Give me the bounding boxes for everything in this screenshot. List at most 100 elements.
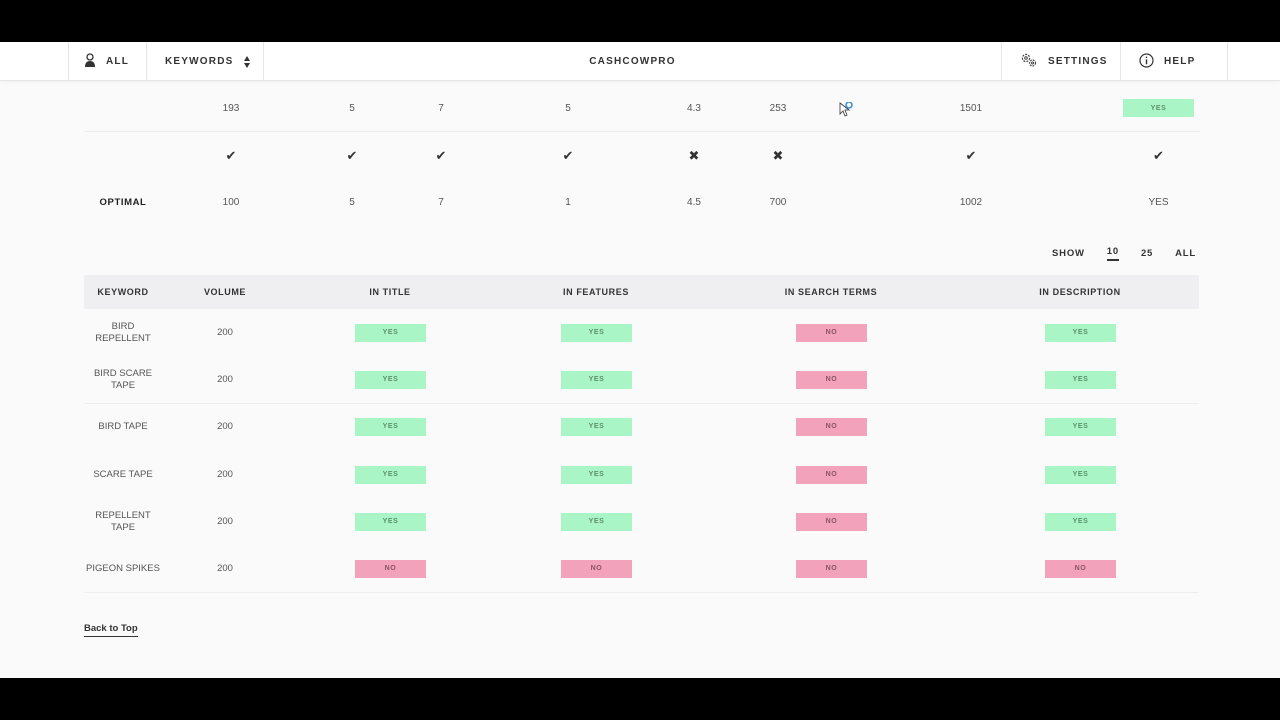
brand-label: CASHCOWPRO [589, 56, 676, 67]
summary-badge-cell: YES [1123, 85, 1194, 131]
table-header: KEYWORD VOLUME IN TITLE IN FEATURES IN S… [84, 275, 1199, 309]
in-title-cell: YES [355, 451, 426, 498]
gears-icon [1020, 52, 1038, 71]
in-description-cell: YES [1045, 404, 1116, 451]
summary-value: 5 [565, 102, 571, 114]
in-search-terms-cell: NO [796, 499, 867, 546]
keyword-cell: BIRD TAPE [98, 421, 148, 433]
show-label: SHOW [1052, 248, 1085, 259]
in-description-badge: YES [1045, 465, 1116, 484]
volume-cell: 200 [217, 326, 233, 338]
in-features-cell: YES [561, 404, 632, 451]
optimal-value: 1002 [959, 197, 983, 208]
in-title-cell: NO [355, 546, 426, 592]
summary-optimal-row: OPTIMAL 100 5 7 1 4.5 700 1002 YES [84, 179, 1200, 226]
header-in-title[interactable]: IN TITLE [340, 275, 440, 309]
in-search-terms-cell: NO [796, 404, 867, 451]
in-search-terms-badge: NO [796, 465, 867, 484]
in-description-badge: YES [1045, 418, 1116, 437]
optimal-value: 5 [349, 197, 355, 208]
in-search-terms-badge: NO [796, 323, 867, 342]
in-features-badge: YES [561, 513, 632, 532]
top-navbar: ALL KEYWORDS CASHCOWPRO SETTINGS HELP [0, 42, 1280, 81]
header-volume[interactable]: VOLUME [190, 275, 260, 309]
page-size-option-25[interactable]: 25 [1141, 248, 1153, 259]
header-in-search-terms[interactable]: IN SEARCH TERMS [766, 275, 896, 309]
cross-icon: ✖ [772, 147, 784, 163]
keyword-cell: REPELLENT TAPE [95, 510, 151, 534]
page-size-option-10[interactable]: 10 [1106, 246, 1119, 261]
in-description-badge: YES [1045, 323, 1116, 342]
in-title-badge: YES [355, 465, 426, 484]
keywords-table: KEYWORD VOLUME IN TITLE IN FEATURES IN S… [84, 275, 1199, 594]
in-title-badge: YES [355, 323, 426, 342]
optimal-value: 1 [565, 197, 571, 208]
back-to-top-link[interactable]: Back to Top [84, 623, 138, 637]
summary-value: 253 [769, 102, 787, 114]
summary-value: 5 [349, 102, 355, 114]
in-description-badge: YES [1045, 513, 1116, 532]
table-row: SCARE TAPE 200 YES YES NO YES [84, 451, 1199, 498]
in-search-terms-badge: NO [796, 418, 867, 437]
header-in-description[interactable]: IN DESCRIPTION [1015, 275, 1145, 309]
app-viewport: ALL KEYWORDS CASHCOWPRO SETTINGS HELP 19… [0, 42, 1280, 678]
summary-status-row: ✔ ✔ ✔ ✔ ✖ ✖ ✔ ✔ [84, 132, 1200, 179]
volume-cell: 200 [217, 373, 233, 385]
nav-settings-button[interactable]: SETTINGS [1001, 42, 1121, 81]
in-title-cell: YES [355, 404, 426, 451]
info-icon [1139, 52, 1154, 71]
in-search-terms-badge: NO [796, 513, 867, 532]
in-title-badge: YES [355, 418, 426, 437]
table-body: BIRD REPELLENT 200 YES YES NO YES BIRD SCARE T… [84, 309, 1199, 594]
optimal-label: OPTIMAL [99, 197, 147, 208]
nav-keywords-label: KEYWORDS [165, 56, 234, 67]
in-description-cell: NO [1045, 546, 1116, 592]
in-features-cell: YES [561, 451, 632, 498]
header-keyword[interactable]: KEYWORD [84, 275, 162, 309]
in-features-cell: NO [561, 546, 632, 592]
cross-icon: ✖ [688, 147, 700, 163]
table-row: BIRD TAPE 200 YES YES NO YES [84, 404, 1199, 451]
nav-keywords-button[interactable]: KEYWORDS [147, 42, 264, 81]
in-description-cell: YES [1045, 451, 1116, 498]
in-description-badge: NO [1045, 560, 1116, 579]
summary-value: 1501 [959, 102, 983, 114]
status-badge: YES [1123, 99, 1194, 117]
nav-all-button[interactable]: ALL [68, 42, 147, 81]
page-size-option-all[interactable]: ALL [1175, 248, 1196, 259]
in-search-terms-badge: NO [796, 560, 867, 579]
optimal-value: YES [1148, 197, 1169, 208]
table-row: REPELLENT TAPE 200 YES YES NO YES [84, 499, 1199, 546]
in-search-terms-cell: NO [796, 546, 867, 592]
header-in-features[interactable]: IN FEATURES [536, 275, 656, 309]
volume-cell: 200 [217, 421, 233, 433]
brand-title[interactable]: CASHCOWPRO [264, 42, 1001, 81]
table-row: BIRD SCARE TAPE 200 YES YES NO YES [84, 356, 1199, 404]
in-features-badge: YES [561, 370, 632, 389]
check-icon: ✔ [1153, 147, 1164, 163]
nav-help-button[interactable]: HELP [1121, 42, 1228, 81]
in-description-badge: YES [1045, 370, 1116, 389]
page-size-selector: SHOW 10 25 ALL [1052, 246, 1196, 261]
in-features-cell: YES [561, 499, 632, 546]
check-icon: ✔ [562, 147, 574, 163]
check-icon: ✔ [225, 147, 237, 163]
optimal-value: 7 [438, 197, 444, 208]
in-features-badge: YES [561, 465, 632, 484]
in-title-cell: YES [355, 309, 426, 356]
letterbox-bottom [0, 678, 1280, 720]
in-features-cell: YES [561, 356, 632, 402]
mouse-cursor-icon [839, 101, 857, 125]
check-icon: ✔ [965, 147, 977, 163]
sort-arrows-icon [243, 55, 250, 68]
nav-all-label: ALL [106, 56, 130, 67]
optimal-value: 700 [769, 197, 787, 208]
nav-help-label: HELP [1164, 56, 1196, 67]
nav-settings-label: SETTINGS [1048, 56, 1108, 67]
in-search-terms-cell: NO [796, 356, 867, 402]
letterbox-top [0, 0, 1280, 42]
summary-value: 7 [438, 102, 444, 114]
in-title-cell: YES [355, 356, 426, 402]
volume-cell: 200 [217, 563, 233, 575]
keyword-cell: SCARE TAPE [93, 468, 153, 480]
